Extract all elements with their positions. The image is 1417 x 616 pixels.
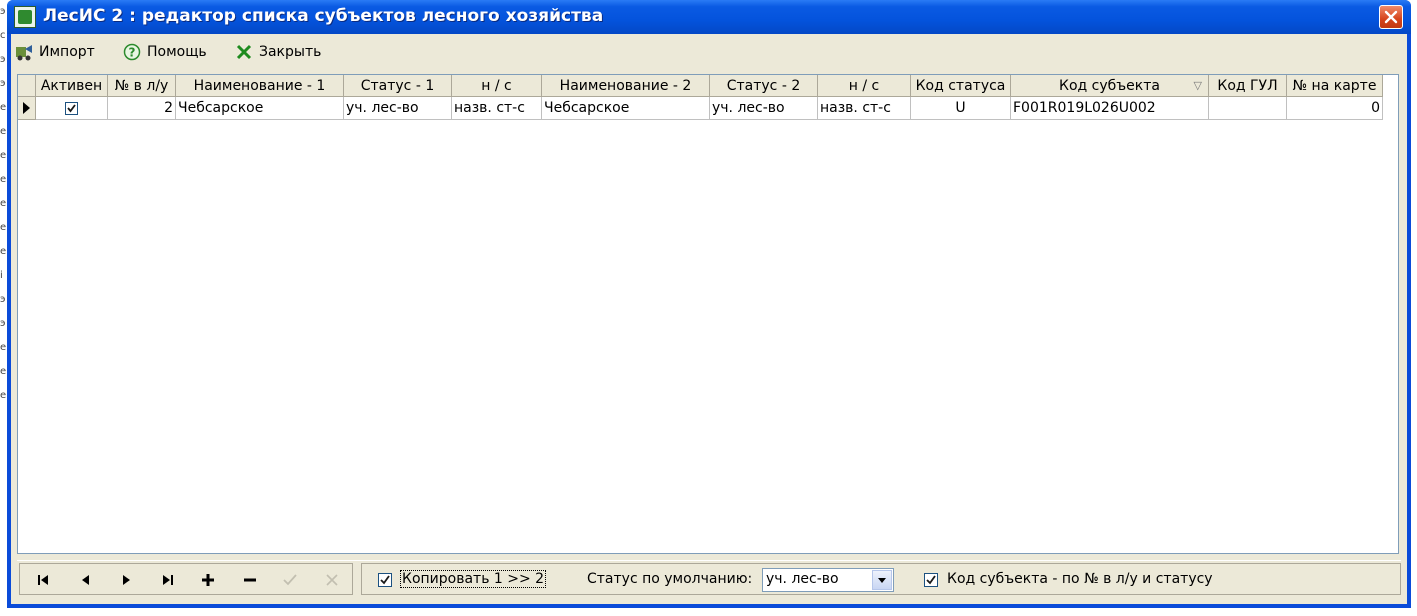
- client-area: Импорт ? Помощь Закрыть Активен № в л/у …: [11, 34, 1407, 604]
- cell-subject-code[interactable]: F001R019L026U002: [1011, 97, 1209, 120]
- cell-num[interactable]: 2: [108, 97, 176, 120]
- window-title: ЛесИС 2 : редактор списка субъектов лесн…: [43, 6, 604, 26]
- last-icon: [163, 575, 173, 585]
- plus-icon: [202, 574, 214, 586]
- import-button[interactable]: Импорт: [15, 41, 95, 63]
- row-indicator[interactable]: [18, 97, 36, 120]
- import-icon: [15, 43, 33, 61]
- check-disabled-icon: [283, 574, 297, 586]
- active-checkbox[interactable]: [65, 101, 78, 115]
- last-record-button[interactable]: [154, 570, 182, 590]
- next-record-button[interactable]: [112, 570, 140, 590]
- close-label: Закрыть: [259, 44, 322, 60]
- col-header-name1[interactable]: Наименование - 1: [176, 75, 344, 97]
- subjects-grid[interactable]: Активен № в л/у Наименование - 1 Статус …: [17, 74, 1399, 554]
- delete-record-button[interactable]: [236, 570, 264, 590]
- cell-name1[interactable]: Чебсарское: [176, 97, 344, 120]
- app-icon[interactable]: [14, 6, 36, 28]
- grid-corner: [18, 75, 36, 97]
- help-button[interactable]: ? Помощь: [123, 41, 207, 63]
- insert-record-button[interactable]: [194, 570, 222, 590]
- chevron-down-icon: [878, 578, 886, 583]
- bottom-bar: Копировать 1 >> 2 Статус по умолчанию: у…: [17, 560, 1401, 599]
- col-header-ns2[interactable]: н / с: [818, 75, 911, 97]
- checkmark-icon: [380, 575, 390, 585]
- col-header-map-num[interactable]: № на карте: [1287, 75, 1383, 97]
- cell-name2[interactable]: Чебсарское: [542, 97, 710, 120]
- current-row-arrow-icon: [23, 102, 30, 114]
- default-status-value: уч. лес-во: [766, 571, 839, 587]
- sort-desc-icon: ▽: [1193, 79, 1202, 92]
- cell-gul-code[interactable]: [1209, 97, 1287, 120]
- subject-code-checkbox[interactable]: [924, 573, 938, 587]
- default-status-select[interactable]: уч. лес-во: [762, 568, 894, 592]
- title-bar[interactable]: ЛесИС 2 : редактор списка субъектов лесн…: [7, 0, 1411, 34]
- col-header-num[interactable]: № в л/у: [108, 75, 176, 97]
- cell-map-num[interactable]: 0: [1287, 97, 1383, 120]
- help-icon: ?: [123, 43, 141, 61]
- col-header-name2[interactable]: Наименование - 2: [542, 75, 710, 97]
- col-header-status-code[interactable]: Код статуса: [911, 75, 1011, 97]
- cell-status1[interactable]: уч. лес-во: [344, 97, 452, 120]
- col-header-gul-code[interactable]: Код ГУЛ: [1209, 75, 1287, 97]
- import-label: Импорт: [39, 44, 95, 60]
- col-header-subject-code-label: Код субъекта: [1059, 78, 1160, 94]
- copy-checkbox[interactable]: [378, 573, 392, 587]
- checkmark-icon: [67, 103, 76, 112]
- next-icon: [123, 575, 130, 585]
- help-label: Помощь: [147, 44, 207, 60]
- subject-code-option-label[interactable]: Код субъекта - по № в л/у и статусу: [947, 571, 1213, 587]
- col-header-status2[interactable]: Статус - 2: [710, 75, 818, 97]
- toolbar: Импорт ? Помощь Закрыть: [13, 38, 349, 66]
- minus-icon: [244, 578, 256, 582]
- prior-record-button[interactable]: [72, 570, 100, 590]
- close-icon: [1384, 10, 1398, 24]
- svg-text:?: ?: [129, 46, 136, 60]
- col-header-status1[interactable]: Статус - 1: [344, 75, 452, 97]
- cell-ns1[interactable]: назв. ст-с: [452, 97, 542, 120]
- default-status-label: Статус по умолчанию:: [587, 571, 753, 587]
- col-header-ns1[interactable]: н / с: [452, 75, 542, 97]
- editor-window: ЛесИС 2 : редактор списка субъектов лесн…: [7, 0, 1411, 608]
- copy-label[interactable]: Копировать 1 >> 2: [400, 570, 547, 588]
- options-panel: Копировать 1 >> 2 Статус по умолчанию: у…: [361, 563, 1401, 595]
- cell-status2[interactable]: уч. лес-во: [710, 97, 818, 120]
- cancel-disabled-icon: [326, 574, 338, 586]
- close-button[interactable]: Закрыть: [235, 41, 321, 63]
- window-close-button[interactable]: [1379, 5, 1403, 29]
- col-header-active[interactable]: Активен: [36, 75, 108, 97]
- cancel-edit-button[interactable]: [318, 570, 346, 590]
- col-header-subject-code[interactable]: Код субъекта ▽: [1011, 75, 1209, 97]
- cell-status-code[interactable]: U: [911, 97, 1011, 120]
- prior-icon: [82, 575, 89, 585]
- post-edit-button[interactable]: [276, 570, 304, 590]
- close-x-icon: [235, 43, 253, 61]
- checkmark-icon: [926, 575, 936, 585]
- first-record-button[interactable]: [30, 570, 58, 590]
- record-navigator: [19, 563, 353, 595]
- cell-active[interactable]: [36, 97, 108, 120]
- cell-ns2[interactable]: назв. ст-с: [818, 97, 911, 120]
- dropdown-button[interactable]: [872, 570, 892, 590]
- first-icon: [38, 575, 48, 585]
